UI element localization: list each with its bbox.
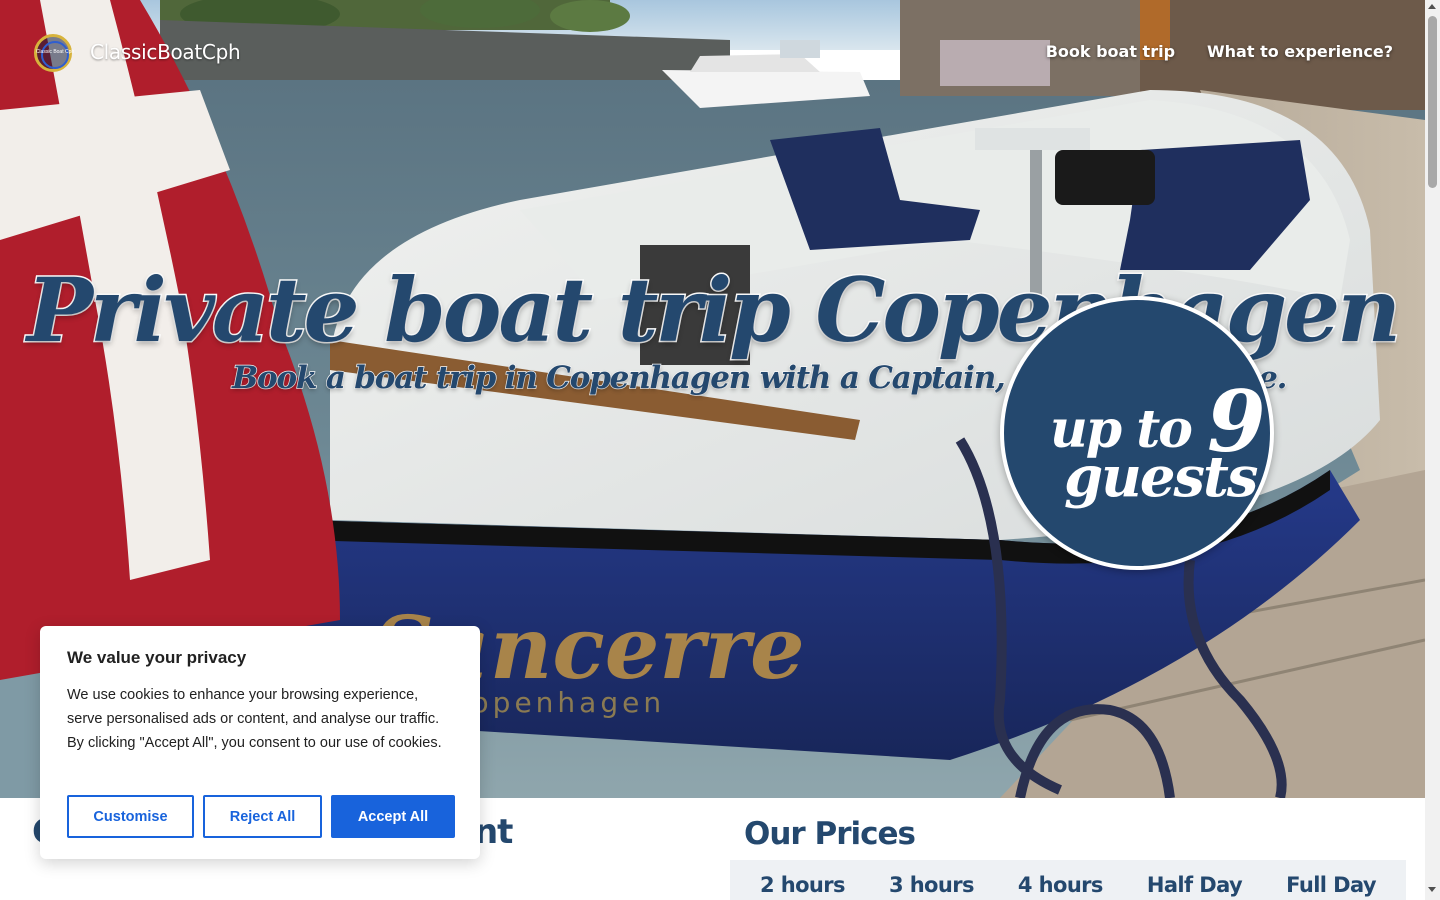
site-logo-icon[interactable]: Classic Boat Cph bbox=[34, 34, 75, 72]
tab-full-day[interactable]: Full Day bbox=[1286, 873, 1376, 897]
page: Classic Boat Cph ClassicBoatCph Book boa… bbox=[0, 0, 1425, 900]
brand-name[interactable]: ClassicBoatCph bbox=[90, 40, 241, 64]
cookie-banner: We value your privacy We use cookies to … bbox=[40, 626, 480, 859]
tab-2-hours[interactable]: 2 hours bbox=[760, 873, 846, 897]
reject-all-button[interactable]: Reject All bbox=[203, 795, 322, 838]
accept-all-button[interactable]: Accept All bbox=[331, 795, 455, 838]
price-tabs: 2 hours 3 hours 4 hours Half Day Full Da… bbox=[730, 860, 1406, 900]
scroll-down-arrow-icon[interactable] bbox=[1428, 887, 1436, 892]
customise-button[interactable]: Customise bbox=[67, 795, 194, 838]
cookie-buttons: Customise Reject All Accept All bbox=[67, 795, 455, 838]
cookie-title: We value your privacy bbox=[67, 648, 247, 667]
tab-half-day[interactable]: Half Day bbox=[1147, 873, 1243, 897]
vertical-scrollbar[interactable] bbox=[1425, 0, 1440, 900]
badge-suffix: guests bbox=[1064, 444, 1258, 510]
nav-book-boat-trip[interactable]: Book boat trip bbox=[1046, 42, 1175, 61]
main-nav: Book boat trip What to experience? bbox=[1046, 42, 1393, 61]
tab-3-hours[interactable]: 3 hours bbox=[889, 873, 975, 897]
prices-title: Our Prices bbox=[744, 816, 916, 852]
cookie-text: We use cookies to enhance your browsing … bbox=[67, 687, 442, 751]
logo-text: Classic Boat Cph bbox=[35, 49, 75, 55]
nav-what-to-experience[interactable]: What to experience? bbox=[1207, 42, 1393, 61]
scroll-up-arrow-icon[interactable] bbox=[1428, 4, 1436, 9]
tab-4-hours[interactable]: 4 hours bbox=[1018, 873, 1104, 897]
scroll-thumb[interactable] bbox=[1428, 16, 1437, 188]
guests-badge: up to 9 guests bbox=[1000, 296, 1274, 570]
